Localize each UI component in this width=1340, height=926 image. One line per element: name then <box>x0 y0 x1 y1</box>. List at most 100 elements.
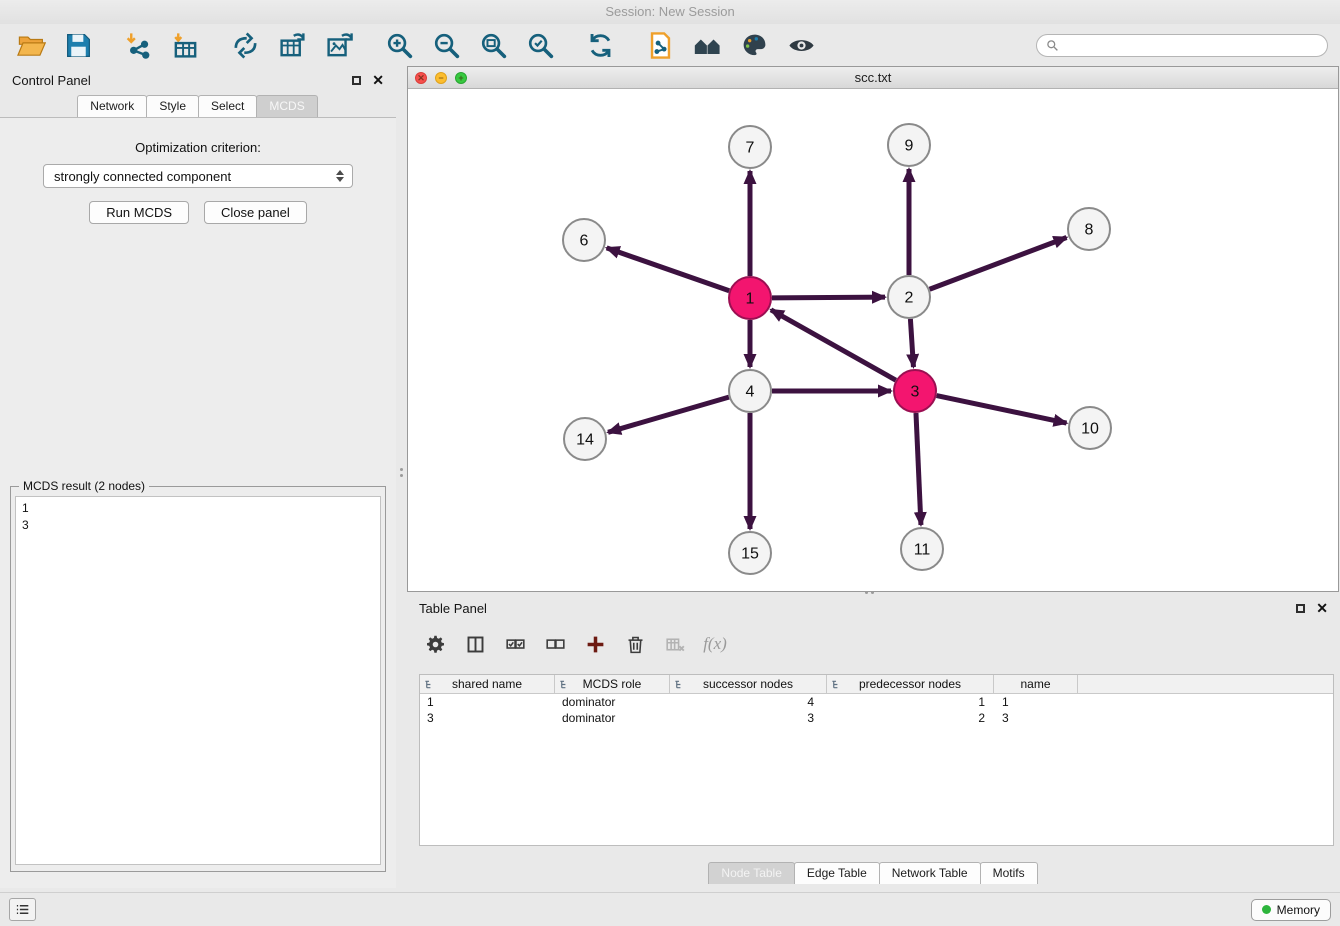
network-overview-button[interactable] <box>688 27 726 63</box>
open-file-button[interactable] <box>12 27 50 63</box>
delete-table-icon <box>665 634 686 655</box>
graph-edge[interactable] <box>937 396 1067 423</box>
columns-icon <box>465 634 486 655</box>
network-graph[interactable]: 7 9 6 8 1 2 4 3 10 14 15 11 <box>408 89 1338 591</box>
optimization-criterion-select[interactable]: strongly connected component <box>43 164 353 188</box>
show-hide-panel-button[interactable] <box>782 27 820 63</box>
graph-node-label: 6 <box>580 233 589 250</box>
graph-node[interactable]: 11 <box>901 528 943 570</box>
show-columns-button[interactable] <box>463 632 487 656</box>
vertical-splitter-handle[interactable] <box>399 463 404 481</box>
function-builder-button[interactable]: f(x) <box>703 632 727 656</box>
tab-edge-table[interactable]: Edge Table <box>794 862 880 884</box>
graph-edge[interactable] <box>910 319 913 367</box>
table-row[interactable]: 1dominator411 <box>420 694 1333 710</box>
graph-node-label: 3 <box>911 384 920 401</box>
graph-node[interactable]: 9 <box>888 124 930 166</box>
tab-network-table[interactable]: Network Table <box>879 862 981 884</box>
tab-network[interactable]: Network <box>77 95 147 117</box>
table-settings-button[interactable] <box>423 632 447 656</box>
tab-select[interactable]: Select <box>198 95 257 117</box>
zoom-in-button[interactable] <box>380 27 418 63</box>
graph-node[interactable]: 14 <box>564 418 606 460</box>
table-cell: dominator <box>555 711 670 725</box>
run-mcds-button[interactable]: Run MCDS <box>89 201 189 224</box>
table-cell: 1 <box>420 695 555 709</box>
memory-button[interactable]: Memory <box>1251 899 1331 921</box>
control-panel: Control Panel ✕ Network Style Select MCD… <box>0 66 396 888</box>
create-column-button[interactable] <box>583 632 607 656</box>
checked-boxes-icon <box>505 634 526 655</box>
column-header-name[interactable]: name <box>994 675 1078 693</box>
float-table-panel-icon[interactable] <box>1296 604 1305 613</box>
graph-edge[interactable] <box>608 397 729 432</box>
export-network-button[interactable] <box>226 27 264 63</box>
window-title: Session: New Session <box>605 4 734 19</box>
graph-node[interactable]: 6 <box>563 219 605 261</box>
delete-table-button[interactable] <box>663 632 687 656</box>
tab-node-table[interactable]: Node Table <box>708 862 795 884</box>
close-table-panel-icon[interactable]: ✕ <box>1316 603 1328 613</box>
graph-node[interactable]: 7 <box>729 126 771 168</box>
float-panel-icon[interactable] <box>352 76 361 85</box>
horizontal-splitter-handle[interactable] <box>860 590 878 595</box>
status-bar: Memory <box>0 892 1340 926</box>
mcds-result-title: MCDS result (2 nodes) <box>19 479 149 493</box>
export-table-button[interactable] <box>273 27 311 63</box>
save-session-button[interactable] <box>59 27 97 63</box>
graph-node[interactable]: 15 <box>729 532 771 574</box>
graph-edge[interactable] <box>916 413 921 525</box>
hidden-panels-button[interactable] <box>9 898 36 921</box>
memory-label: Memory <box>1277 903 1320 917</box>
new-network-file-button[interactable] <box>641 27 679 63</box>
tab-motifs[interactable]: Motifs <box>980 862 1038 884</box>
style-palette-button[interactable] <box>735 27 773 63</box>
graph-node-label: 1 <box>746 291 755 308</box>
select-all-columns-button[interactable] <box>503 632 527 656</box>
export-image-button[interactable] <box>320 27 358 63</box>
zoom-selected-button[interactable] <box>521 27 559 63</box>
graph-edge[interactable] <box>607 248 730 291</box>
tab-mcds[interactable]: MCDS <box>256 95 317 117</box>
import-network-button[interactable] <box>119 27 157 63</box>
graph-edge[interactable] <box>772 297 885 298</box>
trash-icon <box>625 634 646 655</box>
search-input[interactable] <box>1064 38 1318 52</box>
refresh-view-button[interactable] <box>581 27 619 63</box>
graph-edge[interactable] <box>930 237 1067 289</box>
zoom-out-button[interactable] <box>427 27 465 63</box>
mcds-tab-panel: Optimization criterion: strongly connect… <box>0 118 396 888</box>
column-header-shared-name[interactable]: shared name <box>420 675 555 693</box>
tab-style[interactable]: Style <box>146 95 199 117</box>
graph-node[interactable]: 8 <box>1068 208 1110 250</box>
zoom-in-icon <box>385 31 414 60</box>
mcds-result-text[interactable]: 1 3 <box>15 496 381 865</box>
dropdown-stepper-icon <box>336 170 346 182</box>
zoom-out-icon <box>432 31 461 60</box>
graph-node[interactable]: 4 <box>729 370 771 412</box>
graph-node[interactable]: 3 <box>894 370 936 412</box>
delete-column-button[interactable] <box>623 632 647 656</box>
table-cell: dominator <box>555 695 670 709</box>
column-header-mcds-role[interactable]: MCDS role <box>555 675 670 693</box>
unselect-all-columns-button[interactable] <box>543 632 567 656</box>
graph-node[interactable]: 2 <box>888 276 930 318</box>
close-panel-icon[interactable]: ✕ <box>372 75 384 85</box>
graph-edge[interactable] <box>771 310 896 380</box>
zoom-fit-button[interactable] <box>474 27 512 63</box>
node-table-body: 1dominator4113dominator323 <box>420 694 1333 726</box>
table-toolbar: f(x) <box>407 622 1340 666</box>
dropdown-value: strongly connected component <box>54 169 231 184</box>
mcds-result-group: MCDS result (2 nodes) 1 3 <box>10 486 386 872</box>
graph-node[interactable]: 10 <box>1069 407 1111 449</box>
column-header-successor-nodes[interactable]: successor nodes <box>670 675 827 693</box>
search-field <box>1036 34 1328 57</box>
node-table-header: shared name MCDS role successor nodes pr… <box>420 675 1333 694</box>
column-header-predecessor-nodes[interactable]: predecessor nodes <box>827 675 994 693</box>
table-row[interactable]: 3dominator323 <box>420 710 1333 726</box>
graph-node[interactable]: 1 <box>729 277 771 319</box>
tree-view-icon <box>424 679 435 690</box>
import-table-button[interactable] <box>166 27 204 63</box>
close-panel-button[interactable]: Close panel <box>204 201 307 224</box>
graph-node-label: 10 <box>1081 421 1099 438</box>
